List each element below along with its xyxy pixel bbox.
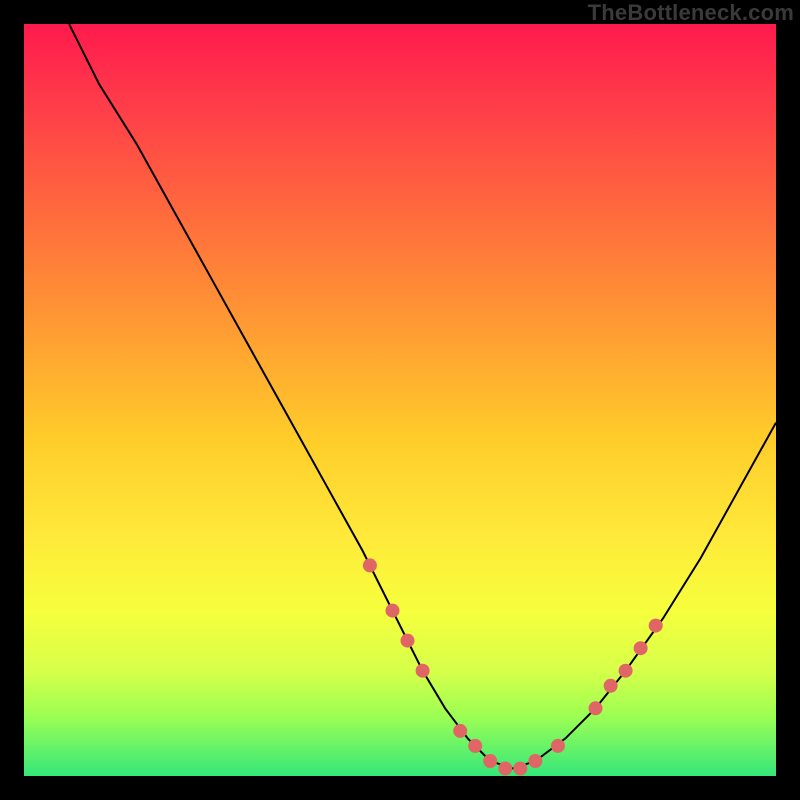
curve-marker xyxy=(498,762,512,776)
curve-marker xyxy=(416,664,430,678)
curve-marker xyxy=(363,558,377,572)
curve-marker xyxy=(589,701,603,715)
curve-marker xyxy=(401,634,415,648)
curve-marker xyxy=(551,739,565,753)
curve-marker xyxy=(619,664,633,678)
curve-marker xyxy=(604,679,618,693)
curve-marker xyxy=(649,619,663,633)
curve-marker xyxy=(528,754,542,768)
curve-marker xyxy=(634,641,648,655)
curve-marker xyxy=(453,724,467,738)
chart-frame xyxy=(24,24,776,776)
curve-markers xyxy=(363,558,663,775)
watermark-text: TheBottleneck.com xyxy=(588,0,794,26)
curve-marker xyxy=(468,739,482,753)
curve-marker xyxy=(386,604,400,618)
curve-marker xyxy=(483,754,497,768)
bottleneck-chart xyxy=(24,24,776,776)
bottleneck-curve xyxy=(69,24,776,769)
curve-marker xyxy=(513,762,527,776)
